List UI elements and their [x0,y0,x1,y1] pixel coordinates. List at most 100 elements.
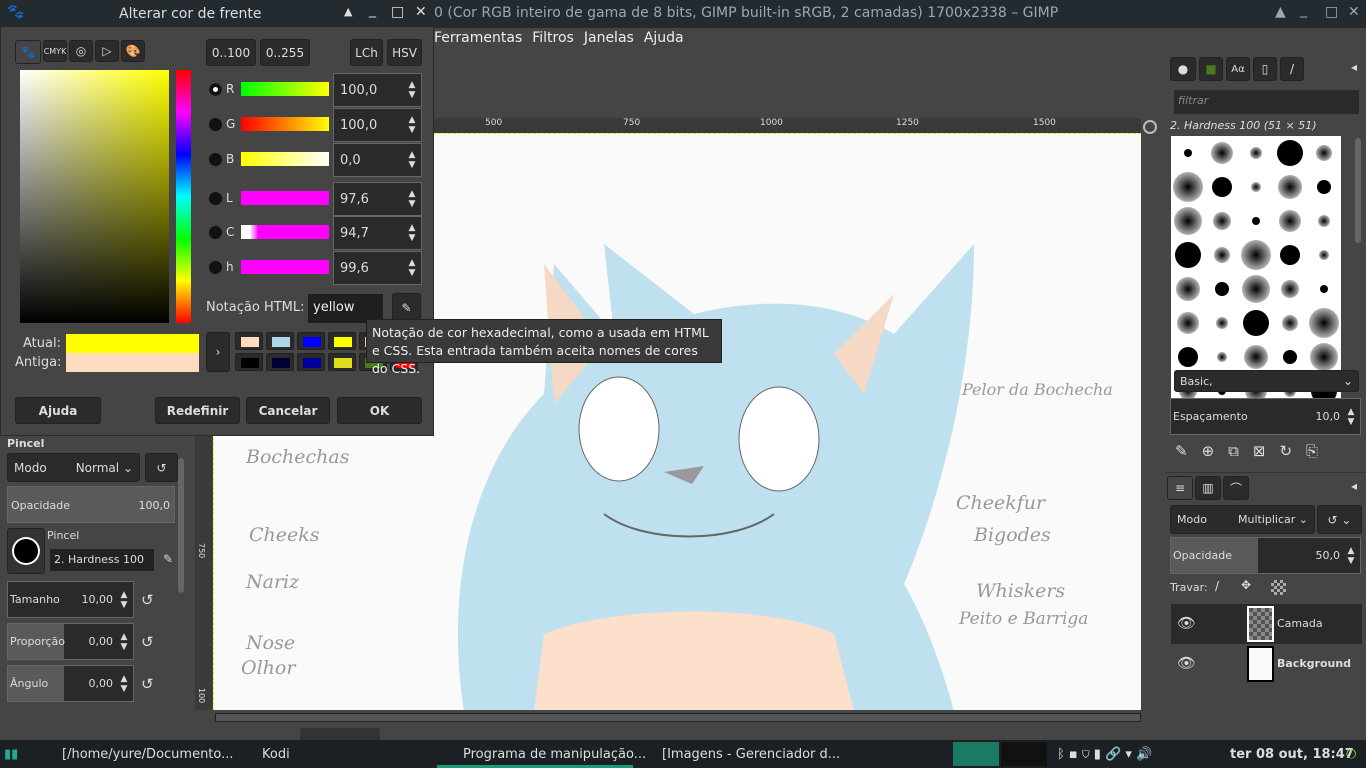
mode-dropdown[interactable]: Modo Normal ⌄ [7,453,140,482]
menu-ferramentas[interactable]: Ferramentas [434,30,522,46]
history-color-swatch[interactable] [266,353,294,371]
color-square[interactable] [20,70,169,323]
lock-pixels-icon[interactable]: / [1215,579,1219,593]
brushes-tab-icon[interactable]: ● [1170,57,1196,81]
history-expand-button[interactable]: › [206,332,230,372]
cancel-button[interactable]: Cancelar [246,397,330,424]
layer-row-background[interactable]: 👁 Background [1171,644,1362,684]
size-slider[interactable]: Tamanho 10,00 ▲ ▼ [7,581,134,618]
reset-size-icon[interactable]: ↺ [141,591,154,609]
layer-row-camada[interactable]: 👁 Camada [1171,604,1362,644]
menu-filtros[interactable]: Filtros [532,30,574,46]
brush-thumbnail[interactable] [1214,247,1230,263]
brush-thumbnail[interactable] [1174,207,1202,235]
maximize-button[interactable]: □ [1325,4,1338,20]
layers-tab-icon[interactable]: ≡ [1167,476,1193,500]
iconify-button[interactable]: _ [1300,2,1307,18]
document-tab-icon[interactable]: ▯ [1253,57,1277,81]
lock-alpha-icon[interactable] [1271,580,1286,595]
brush-thumbnail[interactable] [1177,312,1199,334]
reset-button[interactable]: Redefinir [155,397,240,424]
brush-thumbnail[interactable] [1279,210,1301,232]
ok-button[interactable]: OK [337,397,422,424]
minimize-button[interactable]: ▲ [1275,4,1286,20]
g-slider[interactable] [241,117,329,131]
brush-thumbnail[interactable] [1316,145,1332,161]
brush-thumbnail[interactable] [1281,280,1299,298]
patterns-tab-icon[interactable]: ■ [1199,57,1223,81]
c-value-input[interactable]: 94,7 ▲ ▼ [333,216,422,250]
open-as-image-icon[interactable]: ⎘ [1306,442,1318,460]
brush-thumbnail[interactable] [1280,245,1300,265]
brush-thumbnail[interactable] [1178,347,1198,367]
brush-thumbnail[interactable] [1212,177,1232,197]
power-icon[interactable]: ⏻ [1346,747,1356,762]
brush-thumbnail[interactable] [1184,149,1192,157]
c-slider[interactable] [241,225,329,239]
radio-h[interactable] [209,261,222,274]
edit-brush-icon[interactable]: ✎ [1175,442,1188,460]
brush-tag-dropdown[interactable]: Basic, ⌄ [1174,370,1359,392]
gimp-selector-tab[interactable]: 🐾 [15,40,41,64]
visibility-eye-icon[interactable]: 👁 [1177,614,1196,632]
brush-thumbnail[interactable] [1250,147,1262,159]
reset-aspect-icon[interactable]: ↺ [141,633,154,651]
taskbar-item-kodi[interactable]: Kodi [262,747,290,762]
horizontal-scrollbar[interactable] [215,713,1141,722]
paintbrush-tab-icon[interactable]: / [1280,57,1304,81]
history-color-swatch[interactable] [297,353,325,371]
opacity-slider[interactable]: Opacidade 100,0 [7,486,175,523]
b-value-input[interactable]: 0,0 ▲ ▼ [333,143,422,177]
triangle-tab-icon[interactable]: ▷ [95,40,119,62]
mode-reset-button[interactable]: ↺ [145,453,178,482]
b-slider[interactable] [241,152,329,166]
brush-thumbnail[interactable] [1217,352,1227,362]
clock[interactable]: ter 08 out, 18:47 [1230,747,1354,762]
brush-thumbnail[interactable] [1215,282,1229,296]
channels-tab-icon[interactable]: ▥ [1195,476,1221,500]
layer-opacity-slider[interactable]: Opacidade 50,0 ▲ ▼ [1170,537,1361,574]
history-color-swatch[interactable] [235,353,263,371]
radio-g[interactable] [209,118,222,131]
lock-position-icon[interactable]: ✥ [1241,578,1251,592]
radio-r[interactable] [209,83,222,96]
menu-ajuda[interactable]: Ajuda [644,30,684,46]
r-value-input[interactable]: 100,0 ▲ ▼ [333,73,422,107]
zoom-navigate-icon[interactable] [1143,120,1157,134]
brush-thumbnail[interactable] [1252,217,1260,225]
brush-thumbnail[interactable] [1175,242,1201,268]
visibility-eye-icon[interactable]: 👁 [1177,654,1196,672]
brush-filter-input[interactable]: filtrar [1174,90,1359,114]
brush-thumbnail[interactable] [1310,343,1338,371]
taskbar-item-file-manager[interactable]: [Imagens - Gerenciador d... [662,747,840,762]
range-0-255-button[interactable]: 0..255 [260,39,310,66]
aspect-slider[interactable]: Proporção 0,00 ▲ ▼ [7,623,134,660]
brush-thumbnail[interactable] [1244,345,1268,369]
g-value-input[interactable]: 100,0 ▲ ▼ [333,108,422,142]
h-slider[interactable] [241,260,329,274]
hsv-button[interactable]: HSV [387,39,422,66]
radio-c[interactable] [209,226,222,239]
tray-icons[interactable]: ᛒ ▪ ⛉ ▮ 🔗 ▾ 🔊 [1057,747,1152,762]
brush-thumbnail[interactable] [1213,212,1231,230]
shade-button[interactable]: ▲ [344,5,352,18]
brush-thumbnail[interactable] [1309,308,1339,338]
layer-mode-dropdown[interactable]: Modo Multiplicar ⌄ [1170,505,1315,534]
brush-thumbnail[interactable] [1278,175,1302,199]
palette-tab-icon[interactable]: 🎨 [121,40,145,62]
minimize-button[interactable]: _ [369,2,376,18]
dock-menu-icon[interactable]: ◂ [1351,479,1357,493]
radio-l[interactable] [209,192,222,205]
maximize-button[interactable]: □ [391,4,404,20]
taskbar-item-gimp[interactable]: Programa de manipulação... [463,747,646,762]
brush-thumbnail[interactable] [1176,277,1200,301]
history-color-swatch[interactable] [297,332,325,350]
brush-thumbnail[interactable] [1319,250,1329,260]
brush-thumbnail[interactable] [1277,140,1303,166]
lch-button[interactable]: LCh [350,39,383,66]
spacing-slider[interactable]: Espaçamento 10,0 ▲ ▼ [1170,398,1361,435]
help-button[interactable]: Ajuda [15,397,101,424]
history-color-swatch[interactable] [328,353,356,371]
radio-b[interactable] [209,153,222,166]
l-value-input[interactable]: 97,6 ▲ ▼ [333,182,422,216]
